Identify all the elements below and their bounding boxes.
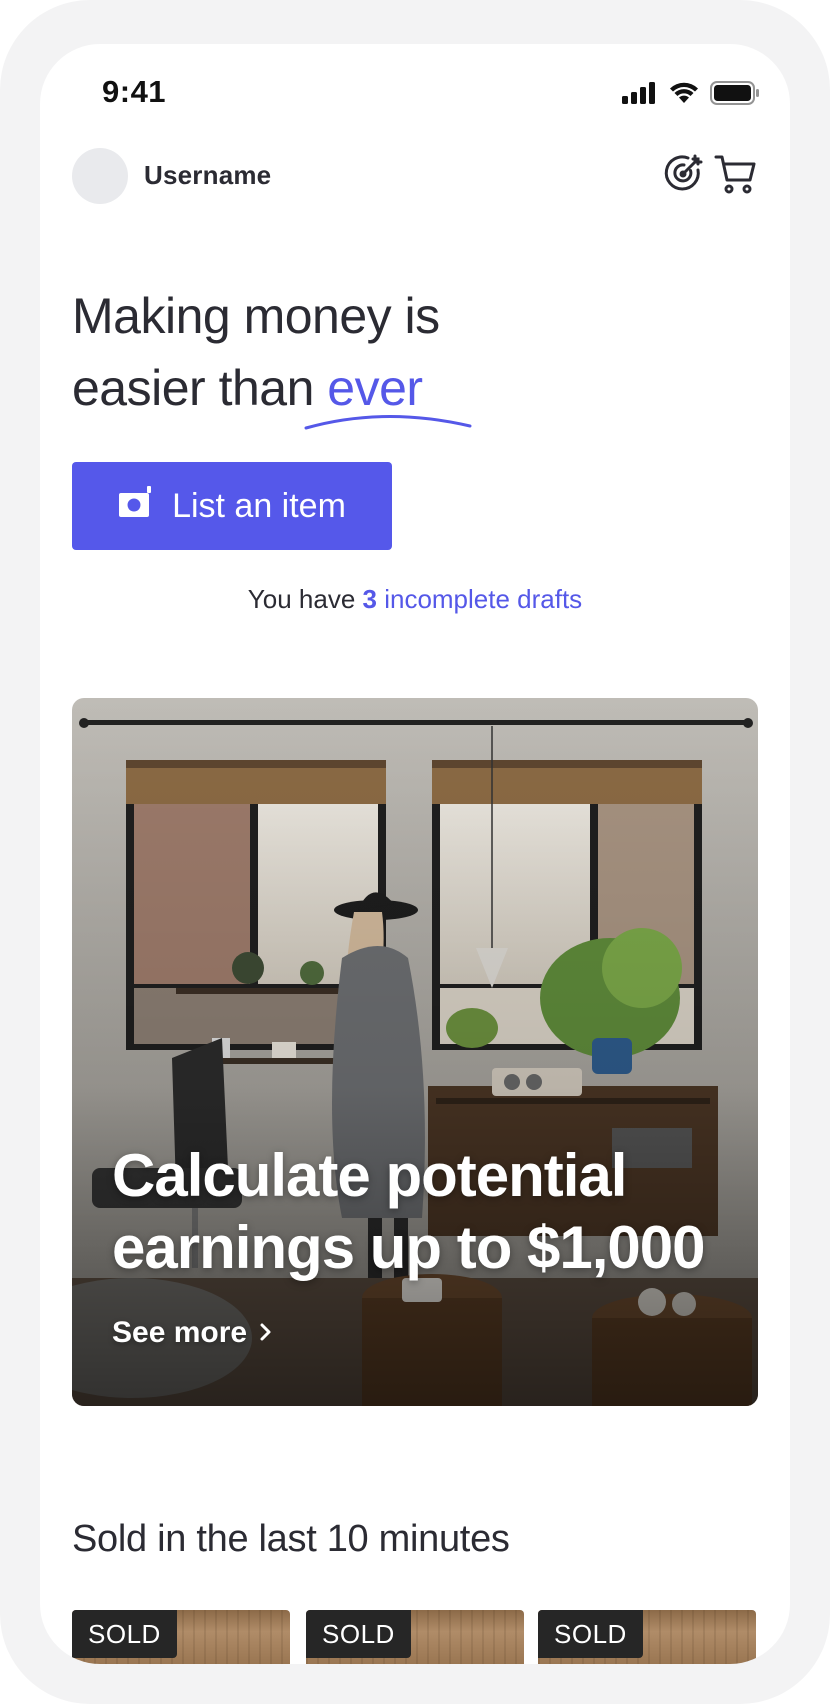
wifi-icon	[668, 81, 700, 110]
list-item-button[interactable]: List an item	[72, 462, 392, 550]
promo-title: Calculate potential earnings up to $1,00…	[112, 1142, 706, 1281]
hero-heading-prefix: easier than	[72, 360, 328, 416]
status-icons	[622, 81, 760, 110]
sold-item-card[interactable]: SOLD	[72, 1610, 290, 1664]
hero-heading-line1: Making money is	[72, 288, 440, 344]
sold-item-card[interactable]: SOLD	[538, 1610, 756, 1664]
hero-underline-decoration	[304, 414, 472, 430]
goals-button[interactable]	[660, 152, 708, 200]
battery-icon	[710, 81, 760, 110]
see-more-link[interactable]: See more	[112, 1316, 273, 1350]
cart-button[interactable]	[712, 152, 760, 200]
see-more-label: See more	[112, 1316, 248, 1349]
drafts-prefix: You have	[247, 584, 363, 614]
cart-icon	[714, 152, 758, 201]
drafts-count[interactable]: 3	[363, 584, 377, 614]
camera-icon	[118, 485, 154, 528]
sold-section-title: Sold in the last 10 minutes	[72, 1518, 510, 1560]
earnings-promo-card[interactable]: Calculate potential earnings up to $1,00…	[72, 698, 758, 1406]
sold-badge: SOLD	[306, 1610, 411, 1658]
sold-badge: SOLD	[72, 1610, 177, 1658]
sold-item-card[interactable]: SOLD	[306, 1610, 524, 1664]
avatar[interactable]	[72, 148, 128, 204]
hero-heading-accent: ever	[327, 360, 423, 416]
hero-heading: Making money is easier than ever	[72, 280, 572, 424]
username[interactable]: Username	[144, 160, 271, 191]
promo-background-image	[72, 698, 758, 1406]
sold-badge: SOLD	[538, 1610, 643, 1658]
target-icon	[662, 152, 706, 201]
list-item-button-label: List an item	[172, 486, 346, 525]
app-header: Username	[72, 146, 762, 206]
drafts-notice: You have 3 incomplete drafts	[40, 584, 790, 615]
status-bar: 9:41	[40, 44, 790, 144]
device-frame: 9:41 Username Making money is easier tha…	[0, 0, 830, 1704]
cellular-signal-icon	[622, 82, 658, 109]
status-time: 9:41	[102, 74, 167, 109]
app-screen: 9:41 Username Making money is easier tha…	[40, 44, 790, 1664]
chevron-right-icon	[259, 1316, 273, 1350]
drafts-link[interactable]: incomplete drafts	[384, 584, 582, 614]
sold-items-row: SOLD SOLD SOLD	[72, 1610, 762, 1664]
